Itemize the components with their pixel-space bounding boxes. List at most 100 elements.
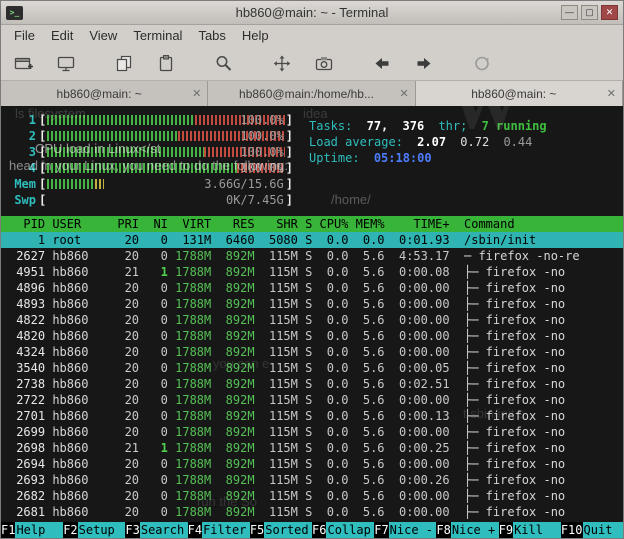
process-table-body: 1 root 20 0 131M 6460 5080 S 0.0 0.0 0:01.93/sbin/…: [1, 232, 623, 520]
search-icon: [216, 55, 232, 71]
memory-meter: Mem[3.66G/15.6G]: [14, 177, 293, 191]
tab-3-close-icon[interactable]: ✕: [607, 87, 616, 100]
running-count: 7 running: [481, 119, 547, 133]
tab-3-active[interactable]: hb860@main: ~ ✕: [415, 81, 623, 106]
terminal-viewport[interactable]: ls filesystem idea CPU load in Linux</st…: [1, 106, 623, 538]
uptime-label: Uptime:: [309, 151, 360, 165]
htop-meters: 1[100.0%] 2[100.0%] 3[100.0%] 4[100.0%] Mem[…: [1, 112, 623, 208]
fkey-f6[interactable]: F6 Collap: [312, 522, 375, 538]
menubar: File Edit View Terminal Tabs Help: [1, 25, 623, 46]
process-row[interactable]: 4896 hb860 20 0 1788M 892M 115M S 0.0 5.6 0:00.00 ├…: [1, 280, 623, 296]
fullscreen-icon: [273, 55, 291, 71]
window-controls: — ▢ ✕: [561, 5, 618, 20]
process-row[interactable]: 2738 hb860 20 0 1788M 892M 115M S 0.0 5.6 0:02.51 ├…: [1, 376, 623, 392]
menu-view[interactable]: View: [81, 27, 125, 44]
fkey-bar: F1 Help F2 Setup F3 Search F4 Filter F5 Sorted F6 C…: [1, 522, 623, 538]
process-row[interactable]: 3540 hb860 20 0 1788M 892M 115M S 0.0 5.6 0:00.05 ├…: [1, 360, 623, 376]
process-row[interactable]: 2699 hb860 20 0 1788M 892M 115M S 0.0 5.6 0:00.00 ├…: [1, 424, 623, 440]
new-window-icon: [57, 56, 75, 71]
menu-help[interactable]: Help: [234, 27, 277, 44]
menu-tabs[interactable]: Tabs: [190, 27, 233, 44]
tab-1-close-icon[interactable]: ✕: [192, 87, 201, 100]
maximize-button[interactable]: ▢: [581, 5, 598, 20]
process-row[interactable]: 4820 hb860 20 0 1788M 892M 115M S 0.0 5.6 0:00.00 ├…: [1, 328, 623, 344]
htop-screen: 1[100.0%] 2[100.0%] 3[100.0%] 4[100.0%] Mem[…: [1, 106, 623, 522]
cpu-meter: 2[100.0%]: [28, 129, 293, 143]
htop-summary: Tasks: 77, 376 thr; 7 running Load avera…: [309, 118, 547, 166]
process-row[interactable]: 4324 hb860 20 0 1788M 892M 115M S 0.0 5.6 0:00.00 ├…: [1, 344, 623, 360]
new-tab-icon: [14, 57, 33, 69]
fkey-f8[interactable]: F8 Nice +: [436, 522, 499, 538]
tasks-count: 77,: [366, 119, 389, 133]
uptime-line: Uptime: 05:18:00: [309, 150, 547, 166]
process-row[interactable]: 2681 hb860 20 0 1788M 892M 115M S 0.0 5.6 0:00.00 ├…: [1, 504, 623, 520]
forward-arrow-icon: [417, 57, 431, 69]
load-5min: 0.72: [460, 135, 490, 149]
tab-1[interactable]: hb860@main: ~ ✕: [1, 81, 209, 106]
cpu-meter: 4[100.0%]: [28, 161, 293, 175]
process-row[interactable]: 2698 hb860 21 1 1788M 892M 115M S 0.0 5.6 0:00.25 ├…: [1, 440, 623, 456]
fkey-f4[interactable]: F4 Filter: [187, 522, 250, 538]
search-button[interactable]: [209, 49, 239, 77]
menu-file[interactable]: File: [6, 27, 43, 44]
menu-edit[interactable]: Edit: [43, 27, 81, 44]
fkey-f5[interactable]: F5 Sorted: [249, 522, 313, 538]
paste-button[interactable]: [151, 49, 181, 77]
copy-button[interactable]: [109, 49, 139, 77]
swap-meter: Swp[0K/7.45G]: [14, 193, 293, 207]
paste-icon: [159, 54, 173, 71]
tab-1-label: hb860@main: ~: [56, 86, 142, 101]
fkey-f2[interactable]: F2 Setup: [63, 522, 126, 538]
process-row[interactable]: 2722 hb860 20 0 1788M 892M 115M S 0.0 5.6 0:00.00 ├…: [1, 392, 623, 408]
menu-terminal[interactable]: Terminal: [125, 27, 190, 44]
fullscreen-button[interactable]: [267, 49, 297, 77]
process-row[interactable]: 4822 hb860 20 0 1788M 892M 115M S 0.0 5.6 0:00.00 ├…: [1, 312, 623, 328]
titlebar[interactable]: >_ hb860@main: ~ - Terminal — ▢ ✕: [1, 1, 623, 25]
new-tab-button[interactable]: [9, 49, 39, 77]
load-label: Load average:: [309, 135, 403, 149]
forward-button[interactable]: [409, 49, 439, 77]
cpu-meter: 3[100.0%]: [28, 145, 293, 159]
fkey-f9[interactable]: F9 Kill: [498, 522, 561, 538]
process-row[interactable]: 4951 hb860 21 1 1788M 892M 115M S 0.0 5.6 0:00.08 ├…: [1, 264, 623, 280]
load-15min: 0.44: [503, 135, 533, 149]
process-row[interactable]: 2627 hb860 20 0 1788M 892M 115M S 0.0 5.6 4:53.17 ─…: [1, 248, 623, 264]
fkey-f10[interactable]: F10 Quit: [560, 522, 623, 538]
reload-button[interactable]: [467, 49, 497, 77]
window-title: hb860@main: ~ - Terminal: [235, 5, 389, 20]
close-button[interactable]: ✕: [601, 5, 618, 20]
fkey-f3[interactable]: F3 Search: [125, 522, 188, 538]
process-row[interactable]: 4893 hb860 20 0 1788M 892M 115M S 0.0 5.6 0:00.00 ├…: [1, 296, 623, 312]
meters-left: 1[100.0%] 2[100.0%] 3[100.0%] 4[100.0%] Mem[…: [9, 112, 293, 208]
back-arrow-icon: [375, 57, 389, 69]
new-window-button[interactable]: [51, 49, 81, 77]
tabbar: hb860@main: ~ ✕ hb860@main:/home/hb... ✕…: [1, 81, 623, 106]
fkey-f7[interactable]: F7 Nice -: [374, 522, 437, 538]
load-average-line: Load average: 2.07 0.72 0.44: [309, 134, 547, 150]
process-row[interactable]: 2682 hb860 20 0 1788M 892M 115M S 0.0 5.6 0:00.00 ├…: [1, 488, 623, 504]
process-row[interactable]: 2693 hb860 20 0 1788M 892M 115M S 0.0 5.6 0:00.26 ├…: [1, 472, 623, 488]
tasks-label: Tasks:: [309, 119, 353, 133]
cpu-meter: 1[100.0%]: [28, 113, 293, 127]
terminal-window: >_ hb860@main: ~ - Terminal — ▢ ✕ File E…: [0, 0, 624, 539]
screenshot-icon: [315, 56, 333, 70]
process-table-header[interactable]: PID USER PRI NI VIRT RES SHR S CPU% MEM% TIME+ Comm…: [1, 216, 623, 232]
tasks-line: Tasks: 77, 376 thr; 7 running: [309, 118, 547, 134]
tab-2-label: hb860@main:/home/hb...: [239, 86, 374, 101]
reload-icon: [475, 56, 489, 70]
copy-icon: [116, 55, 132, 71]
tab-2-close-icon[interactable]: ✕: [399, 87, 408, 100]
uptime-value: 05:18:00: [373, 151, 432, 165]
process-row[interactable]: 2701 hb860 20 0 1788M 892M 115M S 0.0 5.6 0:00.13 ├…: [1, 408, 623, 424]
process-row[interactable]: 2694 hb860 20 0 1788M 892M 115M S 0.0 5.6 0:00.00 ├…: [1, 456, 623, 472]
tab-3-label: hb860@main: ~: [471, 86, 557, 101]
load-1min: 2.07: [417, 135, 447, 149]
back-button[interactable]: [367, 49, 397, 77]
fkey-f1[interactable]: F1 Help: [1, 522, 64, 538]
process-row[interactable]: 1 root 20 0 131M 6460 5080 S 0.0 0.0 0:01.93/sbin/…: [1, 232, 623, 248]
minimize-button[interactable]: —: [561, 5, 578, 20]
screenshot-button[interactable]: [309, 49, 339, 77]
tab-2[interactable]: hb860@main:/home/hb... ✕: [208, 81, 416, 106]
toolbar: [1, 46, 623, 81]
